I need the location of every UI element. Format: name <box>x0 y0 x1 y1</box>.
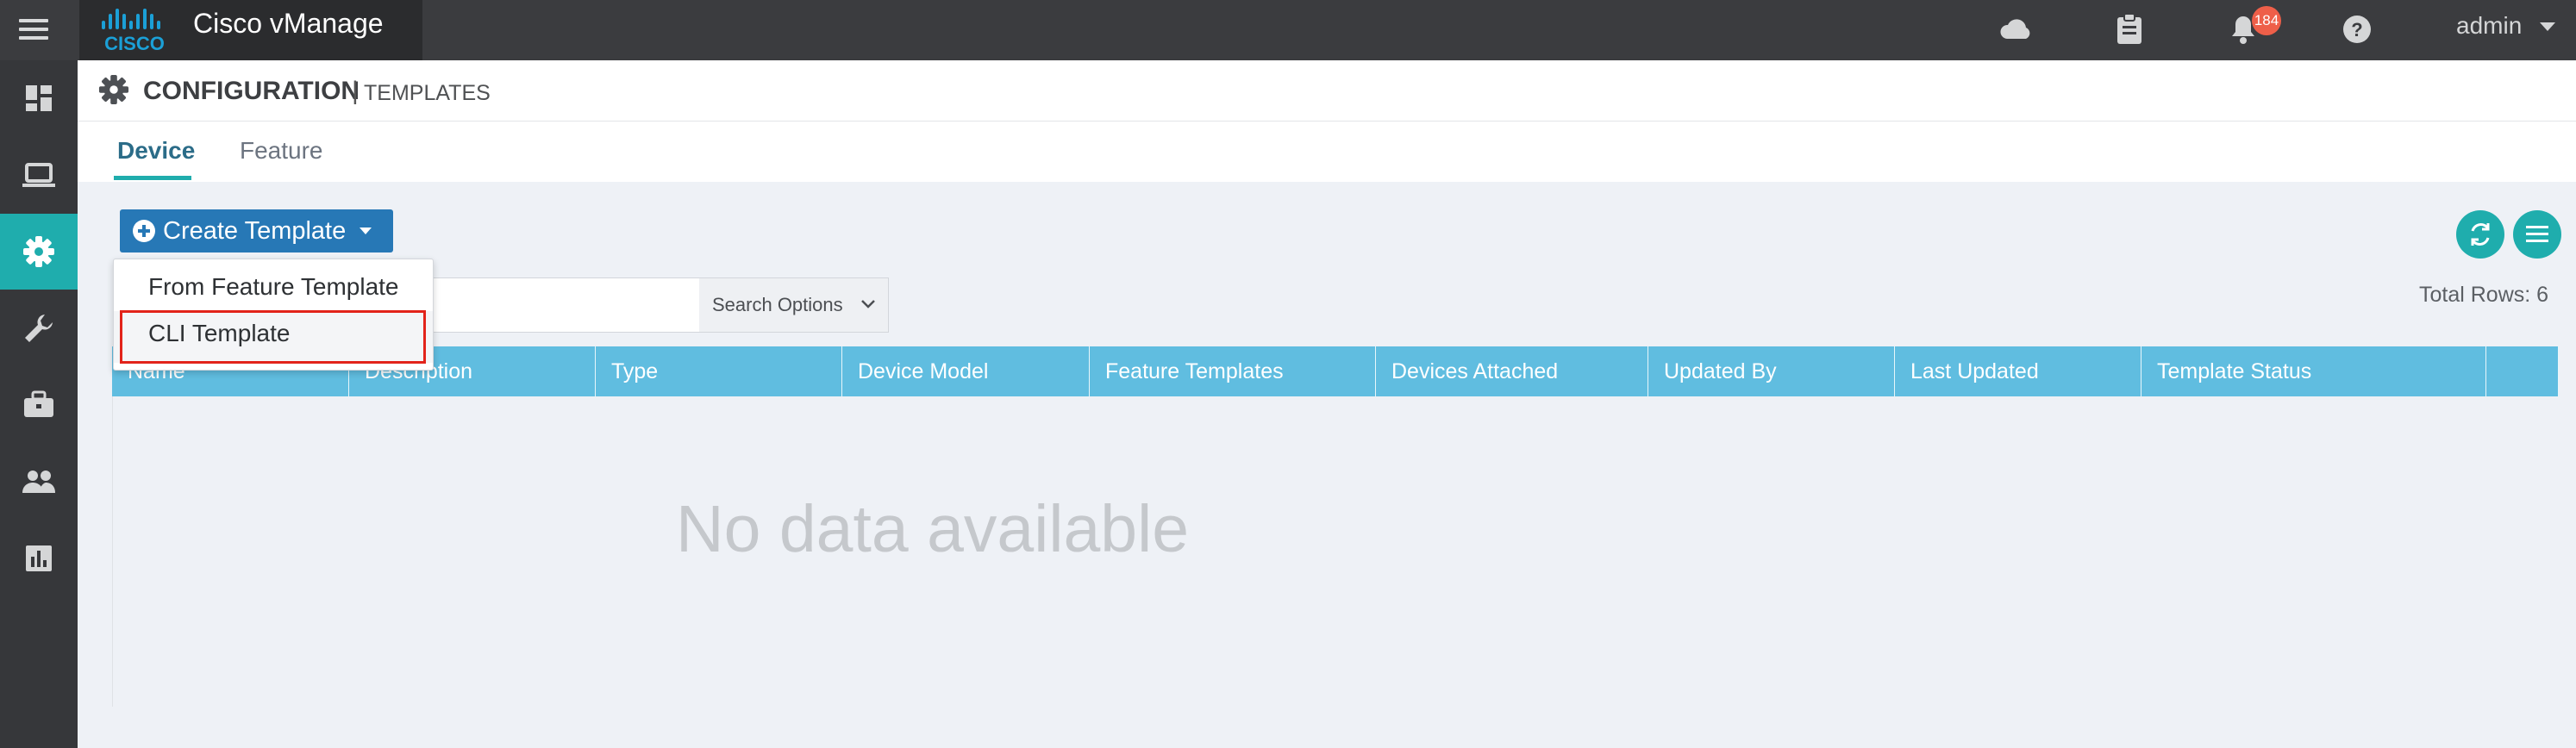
sidebar-item-analytics[interactable] <box>0 520 78 596</box>
sidebar-item-tools[interactable] <box>0 290 78 366</box>
search-box: Search Options <box>417 277 889 333</box>
table-header: Name Description Type Device Model Featu… <box>112 346 2559 396</box>
breadcrumb-separator: | <box>352 77 359 105</box>
clipboard-icon[interactable] <box>2116 12 2143 45</box>
cisco-logo: CISCO <box>102 9 165 54</box>
menu-item-label: From Feature Template <box>148 273 399 300</box>
column-header-updated-by[interactable]: Updated By <box>1648 346 1895 396</box>
page-title: CONFIGURATION <box>143 77 360 105</box>
svg-text:?: ? <box>2351 19 2362 41</box>
sidebar-item-configuration[interactable] <box>0 214 78 290</box>
left-sidebar <box>0 60 78 748</box>
caret-down-icon <box>360 228 372 234</box>
hamburger-menu-icon[interactable] <box>19 14 59 47</box>
page-subtitle: TEMPLATES <box>364 81 491 105</box>
plus-circle-icon <box>133 220 155 242</box>
dashboard-icon <box>26 85 52 111</box>
create-template-button[interactable]: Create Template <box>120 209 393 252</box>
analytics-chart-icon <box>26 545 52 571</box>
refresh-icon <box>2471 223 2490 246</box>
sidebar-item-dashboard[interactable] <box>0 60 78 136</box>
tab-device[interactable]: Device <box>117 137 195 165</box>
column-header-actions <box>2486 346 2559 396</box>
table-menu-button[interactable] <box>2513 210 2561 259</box>
top-bar: CISCO Cisco vManage 184 ? admin <box>0 0 2576 60</box>
cloud-icon[interactable] <box>1998 16 2033 43</box>
configuration-gear-icon <box>23 236 54 267</box>
sidebar-item-monitor[interactable] <box>0 137 78 213</box>
app-title: Cisco vManage <box>193 8 384 39</box>
column-header-last-updated[interactable]: Last Updated <box>1895 346 2141 396</box>
column-header-device-model[interactable]: Device Model <box>842 346 1090 396</box>
refresh-button[interactable] <box>2456 210 2504 259</box>
notification-badge[interactable]: 184 <box>2252 6 2281 35</box>
table-body <box>112 396 2560 707</box>
menu-lines-icon <box>2526 226 2548 242</box>
sidebar-item-maintenance[interactable] <box>0 367 78 443</box>
menu-item-from-feature-template[interactable]: From Feature Template <box>114 273 433 308</box>
brand: CISCO Cisco vManage <box>79 0 422 60</box>
column-header-template-status[interactable]: Template Status <box>2141 346 2486 396</box>
column-header-devices-attached[interactable]: Devices Attached <box>1376 346 1648 396</box>
total-rows: Total Rows: 6 <box>2419 283 2549 307</box>
chevron-down-icon[interactable] <box>2540 22 2555 31</box>
svg-text:CISCO: CISCO <box>104 33 165 54</box>
create-template-label: Create Template <box>163 217 347 245</box>
briefcase-icon <box>24 390 53 417</box>
tab-feature[interactable]: Feature <box>240 137 323 165</box>
column-header-type[interactable]: Type <box>596 346 842 396</box>
sidebar-item-administration[interactable] <box>0 444 78 520</box>
search-options-button[interactable]: Search Options <box>699 278 888 332</box>
user-menu[interactable]: admin <box>2456 12 2522 40</box>
highlight-annotation <box>120 310 426 364</box>
column-header-feature-templates[interactable]: Feature Templates <box>1090 346 1376 396</box>
empty-state-message: No data available <box>676 492 1190 566</box>
users-icon <box>22 471 55 493</box>
active-tab-indicator <box>114 176 191 180</box>
monitor-icon <box>22 163 55 187</box>
chevron-down-icon <box>861 300 875 309</box>
wrench-icon <box>25 315 53 342</box>
help-icon[interactable]: ? <box>2342 14 2373 45</box>
search-options-label: Search Options <box>712 294 843 315</box>
search-input[interactable] <box>418 278 723 330</box>
gear-icon <box>98 74 129 105</box>
page-header: CONFIGURATION | TEMPLATES <box>78 60 2576 122</box>
tab-bar: Device Feature <box>78 122 2576 182</box>
